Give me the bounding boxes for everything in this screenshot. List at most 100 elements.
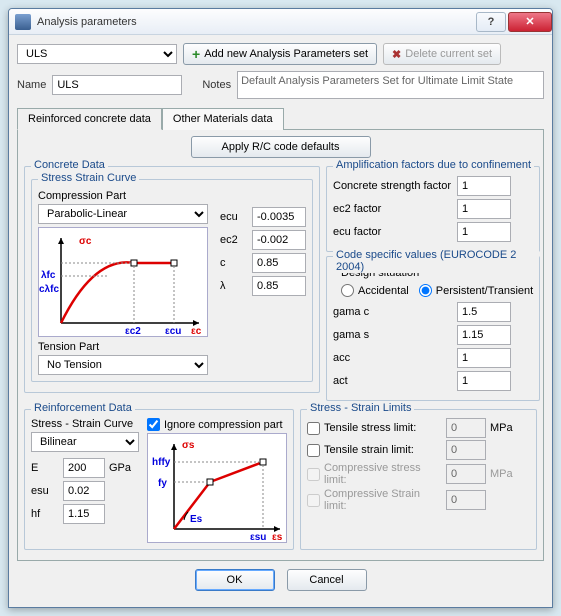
csf-label: Concrete strength factor [333,180,453,192]
svg-text:εcu: εcu [165,326,181,337]
window-title: Analysis parameters [37,16,474,28]
e-unit: GPa [109,462,131,474]
ecuf-label: ecu factor [333,226,453,238]
add-paramset-label: Add new Analysis Parameters set [204,48,368,60]
tensile-stress-input[interactable] [446,418,486,438]
code-values-title: Code specific values (EUROCODE 2 2004) [333,249,539,273]
ecuf-input[interactable] [457,222,511,242]
dialog-window: Analysis parameters ? ✕ ULS + Add new An… [8,8,553,608]
gamas-input[interactable] [457,325,511,345]
acc-label: acc [333,352,453,364]
window-buttons: ? ✕ [474,12,552,32]
stress-strain-limits-group: Stress - Strain Limits Tensile stress li… [300,409,537,550]
gamac-label: gama c [333,306,453,318]
ecu-input[interactable] [252,207,306,227]
ec2-input[interactable] [252,230,306,250]
radio-accidental[interactable]: Accidental [341,284,409,297]
tab-panel: Apply R/C code defaults Concrete Data St… [17,129,544,561]
svg-text:cλfc: cλfc [39,284,59,295]
comp-stress-input [446,464,486,484]
hf-label: hf [31,508,59,520]
tab-reinforced-concrete[interactable]: Reinforced concrete data [17,108,162,130]
ec2f-label: ec2 factor [333,203,453,215]
tension-part-label: Tension Part [38,341,306,353]
tabs: Reinforced concrete data Other Materials… [17,107,544,129]
c-input[interactable] [252,253,306,273]
apply-defaults-button[interactable]: Apply R/C code defaults [191,136,371,158]
radio-persistent[interactable]: Persistent/Transient [419,284,533,297]
code-values-group: Code specific values (EUROCODE 2 2004) D… [326,256,540,401]
rein-curve-chart: σs hffy fy Es εsu εs [147,433,287,543]
paramset-combo[interactable]: ULS [17,44,177,64]
tensile-strain-check[interactable] [307,444,320,457]
rein-ssc-combo[interactable]: Bilinear [31,432,139,452]
e-input[interactable] [63,458,105,478]
act-label: act [333,375,453,387]
mpa-unit-2: MPa [490,468,513,480]
add-paramset-button[interactable]: + Add new Analysis Parameters set [183,43,377,65]
cancel-button[interactable]: Cancel [287,569,367,591]
tensile-stress-check[interactable] [307,422,320,435]
lambda-input[interactable] [252,276,306,296]
acc-input[interactable] [457,348,511,368]
name-input[interactable] [52,75,182,95]
notes-label: Notes [202,79,231,91]
gamas-label: gama s [333,329,453,341]
tab-other-materials[interactable]: Other Materials data [162,108,284,130]
act-input[interactable] [457,371,511,391]
comp-strain-input [446,490,486,510]
svg-text:εsu: εsu [250,532,266,543]
tensile-strain-input[interactable] [446,440,486,460]
svg-text:εs: εs [272,532,283,543]
reinforcement-group: Reinforcement Data Stress - Strain Curve… [24,409,294,550]
c-label: c [220,257,248,269]
delete-paramset-label: Delete current set [405,48,492,60]
svg-text:εc: εc [191,326,202,337]
esu-label: esu [31,485,59,497]
compression-part-label: Compression Part [38,190,306,202]
svg-text:fy: fy [158,478,167,489]
concrete-data-group: Concrete Data Stress Strain Curve Compre… [24,166,320,393]
ec2-label: ec2 [220,234,248,246]
name-label: Name [17,79,46,91]
app-icon [15,14,31,30]
svg-text:hffy: hffy [152,457,171,468]
comp-stress-check [307,468,320,481]
titlebar: Analysis parameters ? ✕ [9,9,552,35]
comp-stress-label: Compressive stress limit: [324,462,442,486]
svg-text:εc2: εc2 [125,326,141,337]
svg-text:λfc: λfc [41,270,56,281]
notes-textarea[interactable]: Default Analysis Parameters Set for Ulti… [237,71,544,99]
compression-part-combo[interactable]: Parabolic-Linear [38,204,208,224]
gamac-input[interactable] [457,302,511,322]
delete-paramset-button[interactable]: ✖ Delete current set [383,43,501,65]
concrete-data-title: Concrete Data [31,159,108,171]
tension-part-combo[interactable]: No Tension [38,355,208,375]
lambda-label: λ [220,280,248,292]
ecu-label: ecu [220,211,248,223]
ec2f-input[interactable] [457,199,511,219]
amplification-group: Amplification factors due to confinement… [326,166,540,252]
ignore-compression-checkbox[interactable]: Ignore compression part [147,418,287,431]
csf-input[interactable] [457,176,511,196]
svg-text:σc: σc [79,236,92,247]
ok-button[interactable]: OK [195,569,275,591]
close-button[interactable]: ✕ [508,12,552,32]
tensile-strain-label: Tensile strain limit: [324,444,442,456]
esu-input[interactable] [63,481,105,501]
dialog-body: ULS + Add new Analysis Parameters set ✖ … [9,35,552,607]
svg-text:σs: σs [182,440,195,451]
svg-text:Es: Es [190,514,203,525]
comp-strain-label: Compressive Strain limit: [324,488,442,512]
help-button[interactable]: ? [476,12,506,32]
stress-strain-curve-group: Stress Strain Curve Compression Part Par… [31,179,313,382]
mpa-unit-1: MPa [490,422,513,434]
rein-ssc-label: Stress - Strain Curve [31,418,141,430]
plus-icon: + [192,46,200,62]
ssc-title: Stress Strain Curve [38,172,139,184]
delete-icon: ✖ [392,48,401,61]
reinforcement-title: Reinforcement Data [31,402,135,414]
concrete-curve-chart: σc λfc cλfc εc2 εcu εc [38,227,208,337]
hf-input[interactable] [63,504,105,524]
dialog-footer: OK Cancel [17,561,544,599]
